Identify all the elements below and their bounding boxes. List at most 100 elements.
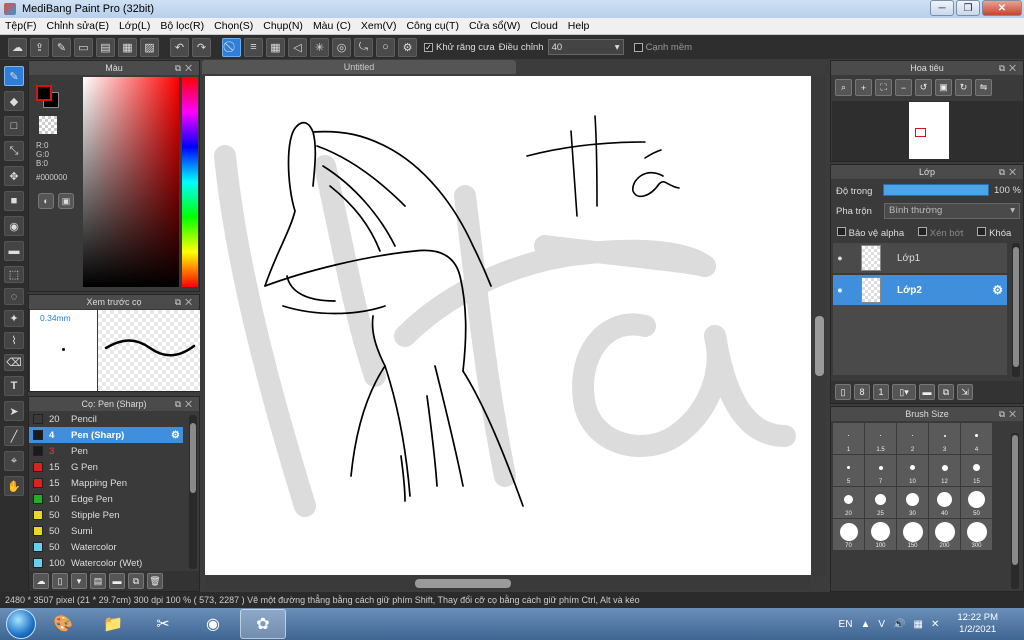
brush-tool-icon[interactable]: ✎ — [4, 66, 24, 86]
brush-item[interactable]: 20 Pencil — [29, 411, 183, 427]
parallel-snap-icon[interactable]: ≡ — [244, 37, 263, 57]
panel-popout-close-icon[interactable]: ⧉✕ — [175, 61, 196, 75]
radial-snap-icon[interactable]: ✳ — [310, 37, 329, 57]
brush-list-scrollbar[interactable] — [189, 415, 197, 569]
brush-item[interactable]: 50 Watercolor — [29, 539, 183, 555]
menu-tools[interactable]: Công cụ(T) — [401, 20, 464, 32]
eraser-tool-icon[interactable]: ◆ — [4, 91, 24, 111]
menu-select[interactable]: Chọn(S) — [209, 20, 258, 32]
new-brush-icon[interactable]: ▯ — [52, 573, 68, 589]
page-icon[interactable]: ▤ — [96, 37, 115, 57]
volume-icon[interactable]: 🔊 — [893, 619, 905, 630]
brush-list-scroll-thumb[interactable] — [190, 423, 196, 493]
medibang-taskbar-icon[interactable]: ✿ — [240, 609, 286, 639]
snap-off-icon[interactable]: ⃠ — [222, 37, 241, 57]
move-tool-icon[interactable]: ✥ — [4, 166, 24, 186]
cloud-brush-icon[interactable]: ☁ — [33, 573, 49, 589]
visibility-icon[interactable]: ● — [833, 285, 847, 295]
new-1bit-layer-icon[interactable]: 1 — [873, 384, 889, 400]
magic-wand-tool-icon[interactable]: ✦ — [4, 310, 24, 327]
layers-scrollbar[interactable] — [1012, 243, 1020, 377]
paint-app-icon[interactable]: 🎨 — [40, 609, 86, 639]
file-explorer-icon[interactable]: 📁 — [90, 609, 136, 639]
folder-icon[interactable]: ▬ — [919, 384, 935, 400]
brush-size-cell[interactable]: 7 — [865, 455, 896, 486]
brush-size-scrollbar[interactable] — [1011, 433, 1019, 589]
menu-color[interactable]: Màu (C) — [308, 20, 356, 32]
brush-size-cell[interactable]: 100 — [865, 519, 896, 550]
lasso-tool-icon[interactable]: ◌ — [4, 288, 24, 305]
zoom-out-icon[interactable]: − — [895, 79, 912, 96]
gear-icon[interactable]: ⚙ — [992, 283, 1003, 297]
brush-size-cell[interactable]: 10 — [897, 455, 928, 486]
select-pen-tool-icon[interactable]: ⌇ — [4, 332, 24, 349]
navigator-view-frame[interactable] — [915, 128, 926, 137]
antialias-checkbox[interactable]: ✓ Khử răng cưa — [424, 42, 495, 53]
dot-tool-icon[interactable]: ⤡ — [4, 141, 24, 161]
menu-cloud[interactable]: Cloud — [525, 20, 562, 32]
brush-item[interactable]: 100 Watercolor (Wet) — [29, 555, 183, 571]
redo-icon[interactable]: ↷ — [192, 37, 211, 57]
layer-row-2[interactable]: ● Lớp2 ⚙ — [833, 275, 1007, 305]
brush-item[interactable]: 10 Edge Pen — [29, 491, 183, 507]
saturation-value-field[interactable] — [83, 77, 179, 287]
add-layer-menu-icon[interactable]: ▯▾ — [892, 384, 916, 400]
blend-mode-dropdown[interactable]: Bình thường — [884, 203, 1020, 219]
transparent-swatch[interactable] — [39, 116, 57, 134]
undo-icon[interactable]: ↶ — [170, 37, 189, 57]
brush-size-cell[interactable]: 30 — [897, 487, 928, 518]
operation-tool-icon[interactable]: ➤ — [4, 401, 24, 421]
brush-size-cell[interactable]: 4 — [961, 423, 992, 454]
brush-size-cell[interactable]: 200 — [929, 519, 960, 550]
panel-popout-close-icon[interactable]: ⧉✕ — [999, 165, 1020, 179]
duplicate-icon[interactable]: ⧉ — [128, 573, 144, 589]
brush-size-cell[interactable]: 300 — [961, 519, 992, 550]
ellipse-snap-icon[interactable]: ○ — [376, 37, 395, 57]
shape-tool-icon[interactable]: □ — [4, 116, 24, 136]
brush-settings-icon[interactable]: ▤ — [90, 573, 106, 589]
brush-size-cell[interactable]: 1 — [833, 423, 864, 454]
menu-window[interactable]: Cửa sổ(W) — [464, 20, 525, 32]
gear-icon[interactable]: ⚙ — [171, 430, 180, 441]
lock-checkbox[interactable]: Khóa — [977, 227, 1011, 239]
chrome-icon[interactable]: ◉ — [190, 609, 236, 639]
circle-snap-icon[interactable]: ◎ — [332, 37, 351, 57]
language-indicator[interactable]: EN — [839, 619, 853, 630]
minimize-button[interactable]: ─ — [930, 0, 954, 16]
opacity-slider[interactable] — [883, 184, 989, 196]
trash-icon[interactable]: 🗑 — [147, 573, 163, 589]
brush-size-cell[interactable]: 70 — [833, 519, 864, 550]
close-button[interactable]: ✕ — [982, 0, 1022, 16]
menu-filter[interactable]: Bộ lọc(R) — [155, 20, 209, 32]
divide-tool-icon[interactable]: ╱ — [4, 426, 24, 446]
brush-item[interactable]: 50 Stipple Pen — [29, 507, 183, 523]
snap-settings-icon[interactable]: ⚙ — [398, 37, 417, 57]
correction-dropdown[interactable]: 40 ▾ — [547, 39, 624, 55]
panel-popout-close-icon[interactable]: ⧉✕ — [999, 61, 1020, 75]
menu-layer[interactable]: Lớp(L) — [114, 20, 155, 32]
brush-size-cell[interactable]: 2 — [897, 423, 928, 454]
folder-icon[interactable]: ▬ — [109, 573, 125, 589]
foreground-color-swatch[interactable] — [36, 85, 52, 101]
horizontal-scroll-thumb[interactable] — [415, 579, 511, 588]
menu-snap[interactable]: Chụp(N) — [258, 20, 308, 32]
brush-size-cell[interactable]: 3 — [929, 423, 960, 454]
brush-item[interactable]: 15 Mapping Pen — [29, 475, 183, 491]
new-layer-icon[interactable]: ▯ — [835, 384, 851, 400]
fit-screen-icon[interactable]: ⛶ — [875, 79, 892, 96]
drawing-canvas[interactable] — [205, 76, 811, 575]
merge-layer-icon[interactable]: ⇲ — [957, 384, 973, 400]
eyedropper-tool-icon[interactable]: ⌖ — [4, 451, 24, 471]
brush-size-cell[interactable]: 20 — [833, 487, 864, 518]
flip-horizontal-icon[interactable]: ⇋ — [975, 79, 992, 96]
soft-edge-checkbox[interactable]: Cạnh mềm — [633, 42, 692, 53]
select-eraser-tool-icon[interactable]: ⌫ — [4, 354, 24, 371]
panel-popout-close-icon[interactable]: ⧉✕ — [175, 397, 196, 411]
fill-rect-tool-icon[interactable]: ■ — [4, 191, 24, 211]
canvas-horizontal-scrollbar[interactable] — [205, 576, 811, 590]
brush-size-cell[interactable]: 12 — [929, 455, 960, 486]
bucket-tool-icon[interactable]: ◉ — [4, 216, 24, 236]
add-brush-menu-icon[interactable]: ▾ — [71, 573, 87, 589]
duplicate-layer-icon[interactable]: ⧉ — [938, 384, 954, 400]
brush-item[interactable]: 15 G Pen — [29, 459, 183, 475]
